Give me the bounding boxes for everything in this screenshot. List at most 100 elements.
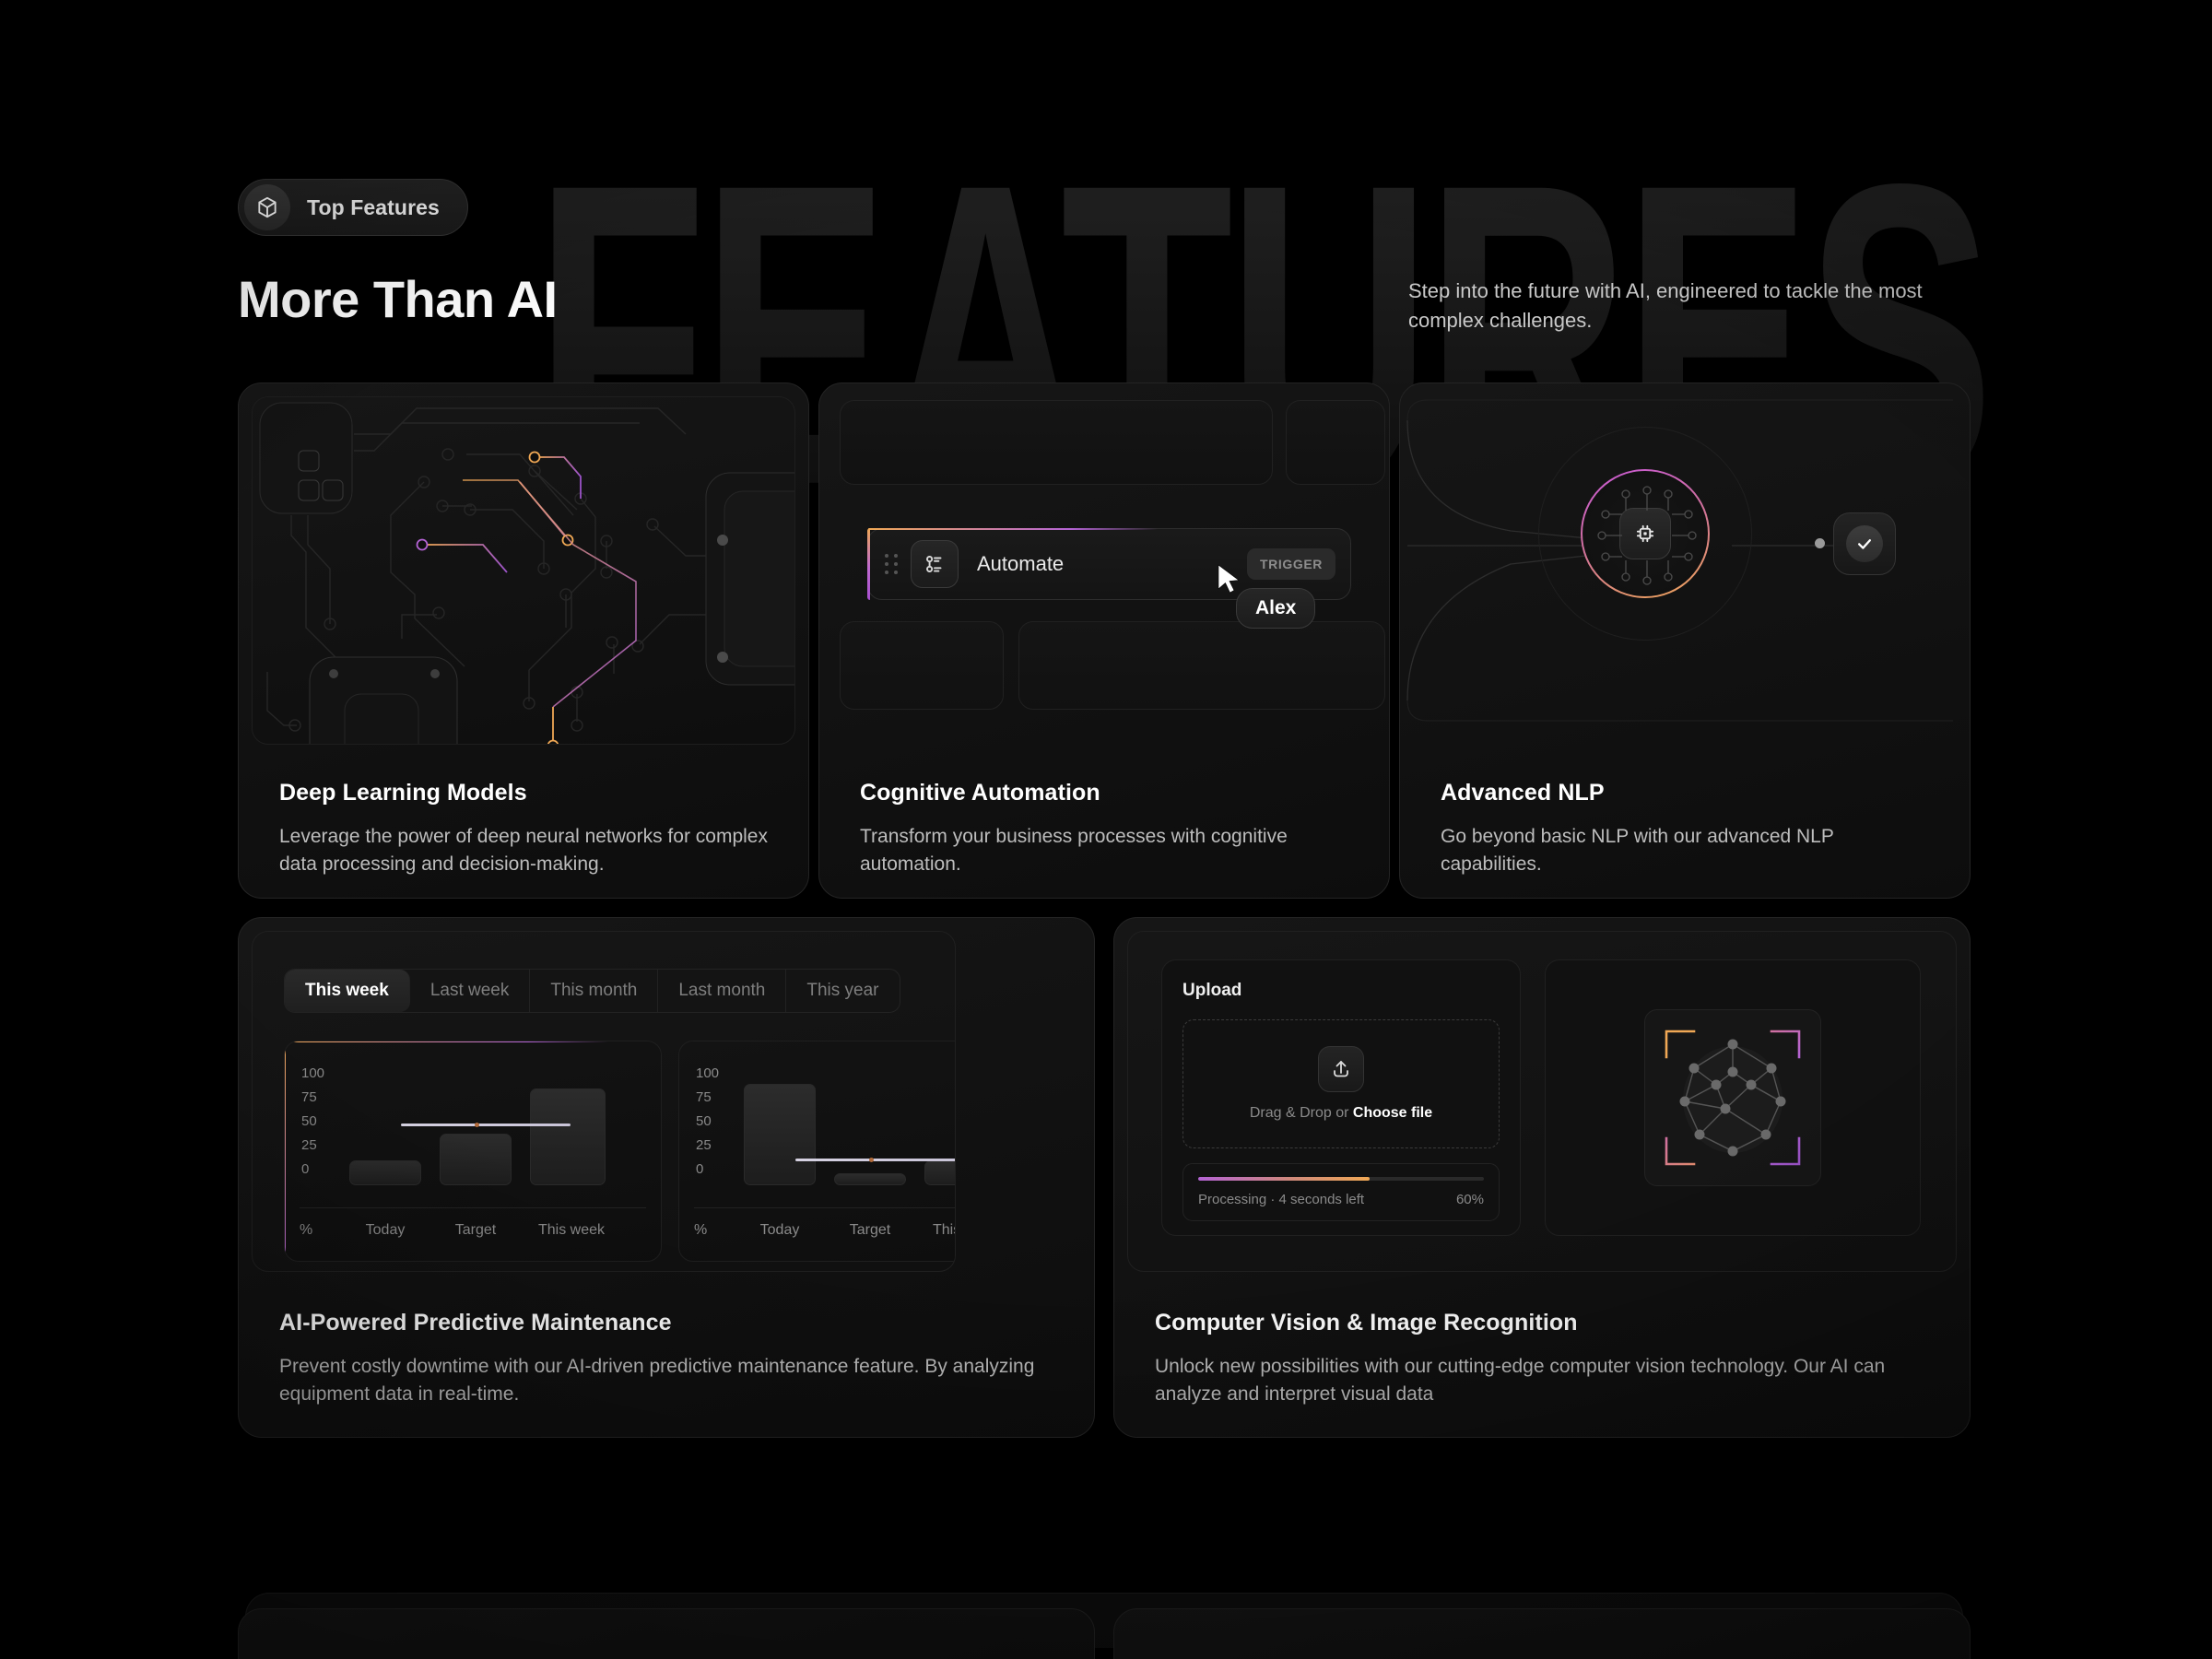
top-features-badge[interactable]: Top Features [238,179,468,236]
feature-card-advanced-nlp[interactable]: Advanced NLP Go beyond basic NLP with ou… [1399,382,1971,899]
x-tick: This week [537,1222,606,1238]
x-tick: Target [849,1222,891,1238]
bar-target [834,1173,906,1185]
upload-progress: Processing · 4 seconds left 60% [1182,1163,1500,1221]
tab-this-year[interactable]: This year [786,970,899,1012]
feature-card-computer-vision[interactable]: Upload Drag & Drop or Choose file Proces… [1113,917,1971,1438]
placeholder-block-bottom-left [840,621,1004,710]
tab-last-month[interactable]: Last month [658,970,787,1012]
analytics-dashboard-illustration: This week Last week This month Last mont… [252,931,956,1272]
y-axis-labels: 100 75 50 25 0 [696,1062,735,1182]
y-tick: 0 [696,1161,704,1177]
check-icon [1846,525,1883,562]
trend-marker [869,1157,874,1162]
progress-meta: Processing · 4 seconds left 60% [1198,1192,1484,1207]
circuit-board-illustration [252,396,795,745]
x-tick: Today [365,1222,406,1238]
y-tick: 25 [696,1137,712,1153]
circuit-traces-icon [1597,486,1697,585]
dropzone-hint: Drag & Drop or Choose file [1250,1105,1432,1122]
feature-card-deep-learning[interactable]: Deep Learning Models Leverage the power … [238,382,809,899]
badge-label: Top Features [307,194,440,219]
bar-chart-2: 100 75 50 25 0 % Today Target Thi [678,1041,955,1262]
progress-percent: 60% [1455,1192,1484,1207]
y-tick: 100 [696,1065,720,1081]
automate-label: Automate [977,552,1065,575]
card-body: Deep Learning Models Leverage the power … [279,780,771,878]
features-page: FEATURES Top Features More Than AI Step … [0,0,2212,1659]
check-node[interactable] [1833,512,1896,575]
placeholder-block-top-right [1286,400,1385,485]
placeholder-block-top-left [840,400,1273,485]
card-body: Cognitive Automation Transform your busi… [860,780,1352,878]
placeholder-block-bottom-right [1018,621,1385,710]
feature-card-next-left[interactable] [238,1608,1095,1659]
card-body: AI-Powered Predictive Maintenance Preven… [279,1310,1057,1408]
tab-this-week[interactable]: This week [285,970,410,1012]
y-axis-unit: % [300,1222,313,1238]
y-axis-labels: 100 75 50 25 0 [301,1062,340,1182]
upload-title: Upload [1182,981,1242,1000]
card-title: Advanced NLP [1441,780,1605,806]
x-tick: This week [932,1222,955,1238]
feature-card-next-right[interactable] [1113,1608,1971,1659]
file-dropzone[interactable]: Drag & Drop or Choose file [1182,1019,1500,1148]
x-axis-labels: % Today Target This week [694,1222,955,1239]
feature-card-cognitive-automation[interactable]: Automate TRIGGER Alex Cognitive Automati… [818,382,1390,899]
x-axis-rule [300,1207,646,1208]
y-tick: 75 [301,1089,317,1105]
card-title: AI-Powered Predictive Maintenance [279,1310,672,1335]
plot-area [340,1062,646,1185]
y-tick: 0 [301,1161,310,1177]
automation-workflow-illustration: Automate TRIGGER Alex [819,383,1389,735]
bar-this-week [924,1160,955,1185]
drag-drop-text: Drag & Drop or [1249,1105,1353,1121]
choose-file-link[interactable]: Choose file [1353,1105,1432,1121]
trend-line [795,1158,955,1161]
y-tick: 25 [301,1137,317,1153]
trend-line [401,1124,571,1126]
workflow-icon [911,540,959,588]
vision-illustration: Upload Drag & Drop or Choose file Proces… [1127,931,1957,1272]
x-axis-labels: % Today Target This week [300,1222,646,1239]
page-description: Step into the future with AI, engineered… [1408,279,1923,332]
upload-icon [1318,1046,1364,1092]
gradient-ring [1581,469,1710,598]
cube-icon [244,184,290,230]
face-mesh-icon [1663,1030,1803,1166]
page-title: More Than AI [238,270,558,328]
card-description: Prevent costly downtime with our AI-driv… [279,1356,1035,1405]
card-description: Leverage the power of deep neural networ… [279,826,768,875]
feature-card-predictive-maintenance[interactable]: This week Last week This month Last mont… [238,917,1095,1438]
y-tick: 100 [301,1065,325,1081]
time-range-tabs[interactable]: This week Last week This month Last mont… [284,969,900,1013]
bar-today [744,1084,816,1185]
card-description: Transform your business processes with c… [860,826,1288,875]
y-tick: 50 [696,1113,712,1129]
drag-handle-icon[interactable] [885,554,898,574]
trend-marker [475,1123,479,1127]
scan-frame [1644,1009,1821,1186]
card-description: Go beyond basic NLP with our advanced NL… [1441,826,1834,875]
plot-area [735,1062,955,1185]
tab-this-month[interactable]: This month [530,970,659,1012]
connector-dot [1815,538,1825,548]
card-body: Advanced NLP Go beyond basic NLP with ou… [1441,780,1933,878]
progress-track [1198,1177,1484,1181]
image-recognition-panel [1545,959,1921,1236]
card-title: Deep Learning Models [279,780,527,806]
chip-network-illustration [1400,383,1970,735]
card-description: Unlock new possibilities with our cuttin… [1155,1356,1886,1405]
progress-fill [1198,1177,1370,1181]
card-title: Cognitive Automation [860,780,1100,806]
card-body: Computer Vision & Image Recognition Unlo… [1155,1310,1933,1408]
x-tick: Today [759,1222,800,1238]
x-tick: Target [454,1222,497,1238]
tab-last-week[interactable]: Last week [410,970,531,1012]
trigger-badge[interactable]: TRIGGER [1247,548,1335,580]
y-tick: 75 [696,1089,712,1105]
bar-chart-1: 100 75 50 25 0 % Today Target This week [284,1041,662,1262]
x-axis-rule [694,1207,955,1208]
card-title: Computer Vision & Image Recognition [1155,1310,1578,1335]
progress-status: Processing · 4 seconds left [1198,1192,1365,1207]
